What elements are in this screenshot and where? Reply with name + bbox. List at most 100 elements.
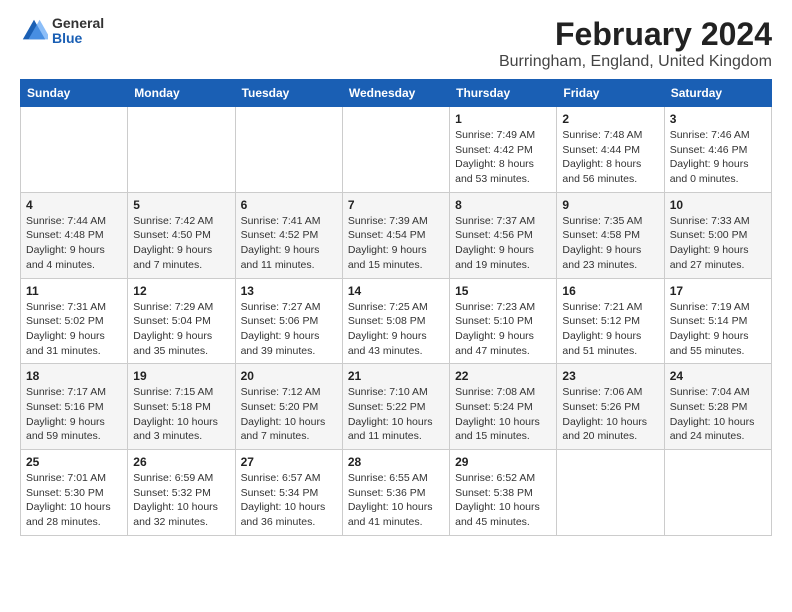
day-number: 26 [133, 455, 229, 469]
day-header-wednesday: Wednesday [342, 80, 449, 107]
calendar-cell: 3 Sunrise: 7:46 AM Sunset: 4:46 PM Daylig… [664, 107, 771, 193]
day-info: Sunrise: 7:21 AM Sunset: 5:12 PM Dayligh… [562, 300, 658, 359]
day-info: Sunrise: 7:33 AM Sunset: 5:00 PM Dayligh… [670, 214, 766, 273]
day-number: 17 [670, 284, 766, 298]
logo-text: General Blue [52, 16, 104, 47]
calendar-cell: 24 Sunrise: 7:04 AM Sunset: 5:28 PM Dayli… [664, 364, 771, 450]
day-info: Sunrise: 7:37 AM Sunset: 4:56 PM Dayligh… [455, 214, 551, 273]
calendar-cell: 19 Sunrise: 7:15 AM Sunset: 5:18 PM Dayli… [128, 364, 235, 450]
calendar-cell [664, 450, 771, 536]
calendar-cell: 17 Sunrise: 7:19 AM Sunset: 5:14 PM Dayli… [664, 278, 771, 364]
logo-general-text: General [52, 16, 104, 31]
calendar-cell: 9 Sunrise: 7:35 AM Sunset: 4:58 PM Daylig… [557, 192, 664, 278]
calendar-cell: 27 Sunrise: 6:57 AM Sunset: 5:34 PM Dayli… [235, 450, 342, 536]
title-area: February 2024 Burringham, England, Unite… [499, 16, 772, 71]
day-number: 8 [455, 198, 551, 212]
calendar-cell: 5 Sunrise: 7:42 AM Sunset: 4:50 PM Daylig… [128, 192, 235, 278]
day-header-monday: Monday [128, 80, 235, 107]
day-number: 20 [241, 369, 337, 383]
day-info: Sunrise: 7:29 AM Sunset: 5:04 PM Dayligh… [133, 300, 229, 359]
calendar-week-row: 25 Sunrise: 7:01 AM Sunset: 5:30 PM Dayli… [21, 450, 772, 536]
calendar-cell: 6 Sunrise: 7:41 AM Sunset: 4:52 PM Daylig… [235, 192, 342, 278]
day-number: 9 [562, 198, 658, 212]
day-info: Sunrise: 6:59 AM Sunset: 5:32 PM Dayligh… [133, 471, 229, 530]
day-info: Sunrise: 7:17 AM Sunset: 5:16 PM Dayligh… [26, 385, 122, 444]
calendar-cell: 21 Sunrise: 7:10 AM Sunset: 5:22 PM Dayli… [342, 364, 449, 450]
calendar-header-row: SundayMondayTuesdayWednesdayThursdayFrid… [21, 80, 772, 107]
day-info: Sunrise: 6:55 AM Sunset: 5:36 PM Dayligh… [348, 471, 444, 530]
calendar-cell: 28Sunrise: 6:55 AM Sunset: 5:36 PM Dayli… [342, 450, 449, 536]
day-info: Sunrise: 7:01 AM Sunset: 5:30 PM Dayligh… [26, 471, 122, 530]
day-number: 21 [348, 369, 444, 383]
day-number: 5 [133, 198, 229, 212]
subtitle: Burringham, England, United Kingdom [499, 53, 772, 71]
day-info: Sunrise: 7:19 AM Sunset: 5:14 PM Dayligh… [670, 300, 766, 359]
calendar-cell: 29 Sunrise: 6:52 AM Sunset: 5:38 PM Dayli… [450, 450, 557, 536]
calendar-body: 1Sunrise: 7:49 AM Sunset: 4:42 PM Daylig… [21, 107, 772, 536]
day-info: Sunrise: 7:04 AM Sunset: 5:28 PM Dayligh… [670, 385, 766, 444]
logo-icon [20, 17, 48, 45]
day-number: 24 [670, 369, 766, 383]
day-info: Sunrise: 7:41 AM Sunset: 4:52 PM Dayligh… [241, 214, 337, 273]
calendar-cell: 1Sunrise: 7:49 AM Sunset: 4:42 PM Daylig… [450, 107, 557, 193]
calendar-cell: 15Sunrise: 7:23 AM Sunset: 5:10 PM Dayli… [450, 278, 557, 364]
day-number: 13 [241, 284, 337, 298]
day-number: 18 [26, 369, 122, 383]
day-number: 19 [133, 369, 229, 383]
day-number: 4 [26, 198, 122, 212]
day-number: 29 [455, 455, 551, 469]
day-number: 2 [562, 112, 658, 126]
day-number: 25 [26, 455, 122, 469]
day-info: Sunrise: 7:35 AM Sunset: 4:58 PM Dayligh… [562, 214, 658, 273]
day-info: Sunrise: 7:39 AM Sunset: 4:54 PM Dayligh… [348, 214, 444, 273]
day-info: Sunrise: 7:10 AM Sunset: 5:22 PM Dayligh… [348, 385, 444, 444]
calendar-cell [342, 107, 449, 193]
calendar-cell: 25 Sunrise: 7:01 AM Sunset: 5:30 PM Dayli… [21, 450, 128, 536]
calendar-cell: 14Sunrise: 7:25 AM Sunset: 5:08 PM Dayli… [342, 278, 449, 364]
day-number: 23 [562, 369, 658, 383]
calendar-cell: 23Sunrise: 7:06 AM Sunset: 5:26 PM Dayli… [557, 364, 664, 450]
calendar-cell: 18 Sunrise: 7:17 AM Sunset: 5:16 PM Dayli… [21, 364, 128, 450]
day-number: 15 [455, 284, 551, 298]
day-info: Sunrise: 7:44 AM Sunset: 4:48 PM Dayligh… [26, 214, 122, 273]
day-number: 3 [670, 112, 766, 126]
day-number: 16 [562, 284, 658, 298]
day-header-tuesday: Tuesday [235, 80, 342, 107]
day-info: Sunrise: 7:15 AM Sunset: 5:18 PM Dayligh… [133, 385, 229, 444]
day-info: Sunrise: 6:57 AM Sunset: 5:34 PM Dayligh… [241, 471, 337, 530]
day-info: Sunrise: 7:46 AM Sunset: 4:46 PM Dayligh… [670, 128, 766, 187]
logo: General Blue [20, 16, 104, 47]
calendar-cell: 2 Sunrise: 7:48 AM Sunset: 4:44 PM Daylig… [557, 107, 664, 193]
calendar-cell [128, 107, 235, 193]
day-info: Sunrise: 7:48 AM Sunset: 4:44 PM Dayligh… [562, 128, 658, 187]
calendar-week-row: 4 Sunrise: 7:44 AM Sunset: 4:48 PM Daylig… [21, 192, 772, 278]
day-info: Sunrise: 7:25 AM Sunset: 5:08 PM Dayligh… [348, 300, 444, 359]
calendar-week-row: 11Sunrise: 7:31 AM Sunset: 5:02 PM Dayli… [21, 278, 772, 364]
day-info: Sunrise: 6:52 AM Sunset: 5:38 PM Dayligh… [455, 471, 551, 530]
day-info: Sunrise: 7:27 AM Sunset: 5:06 PM Dayligh… [241, 300, 337, 359]
calendar-cell: 22 Sunrise: 7:08 AM Sunset: 5:24 PM Dayli… [450, 364, 557, 450]
calendar-cell: 13 Sunrise: 7:27 AM Sunset: 5:06 PM Dayli… [235, 278, 342, 364]
day-number: 27 [241, 455, 337, 469]
calendar-cell [557, 450, 664, 536]
day-info: Sunrise: 7:08 AM Sunset: 5:24 PM Dayligh… [455, 385, 551, 444]
calendar-cell: 4 Sunrise: 7:44 AM Sunset: 4:48 PM Daylig… [21, 192, 128, 278]
calendar-cell: 16 Sunrise: 7:21 AM Sunset: 5:12 PM Dayli… [557, 278, 664, 364]
calendar-cell: 8 Sunrise: 7:37 AM Sunset: 4:56 PM Daylig… [450, 192, 557, 278]
day-header-saturday: Saturday [664, 80, 771, 107]
day-number: 6 [241, 198, 337, 212]
day-header-friday: Friday [557, 80, 664, 107]
day-number: 7 [348, 198, 444, 212]
day-info: Sunrise: 7:42 AM Sunset: 4:50 PM Dayligh… [133, 214, 229, 273]
day-header-thursday: Thursday [450, 80, 557, 107]
day-number: 10 [670, 198, 766, 212]
calendar-cell: 12Sunrise: 7:29 AM Sunset: 5:04 PM Dayli… [128, 278, 235, 364]
logo-blue-text: Blue [52, 31, 104, 46]
main-title: February 2024 [499, 16, 772, 53]
day-header-sunday: Sunday [21, 80, 128, 107]
day-info: Sunrise: 7:12 AM Sunset: 5:20 PM Dayligh… [241, 385, 337, 444]
day-number: 22 [455, 369, 551, 383]
header: General Blue February 2024 Burringham, E… [20, 16, 772, 71]
calendar-cell: 10 Sunrise: 7:33 AM Sunset: 5:00 PM Dayli… [664, 192, 771, 278]
calendar-week-row: 18 Sunrise: 7:17 AM Sunset: 5:16 PM Dayli… [21, 364, 772, 450]
